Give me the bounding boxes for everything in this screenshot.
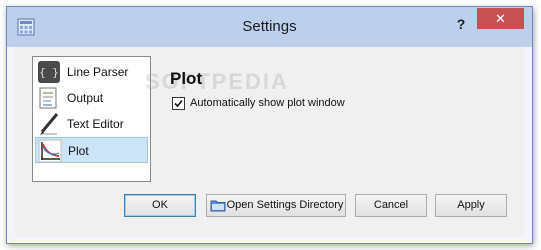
- folder-icon: [210, 200, 226, 212]
- settings-window: Settings ? ✕ { } Line Parser Output Text…: [6, 6, 533, 244]
- checkmark-icon: [174, 99, 183, 108]
- sidebar-item-label: Plot: [68, 144, 89, 158]
- auto-show-plot-label: Automatically show plot window: [190, 97, 345, 109]
- help-button[interactable]: ?: [449, 13, 473, 35]
- apply-button[interactable]: Apply: [435, 194, 507, 217]
- sidebar-item-text-editor[interactable]: Text Editor: [35, 111, 148, 137]
- watermark: SOFTPEDIA: [145, 69, 289, 94]
- ok-button[interactable]: OK: [124, 194, 196, 217]
- plot-icon: [38, 139, 62, 163]
- cancel-button[interactable]: Cancel: [355, 194, 427, 217]
- page-title: Plot: [170, 69, 203, 88]
- sidebar-item-plot[interactable]: Plot: [35, 137, 148, 163]
- sidebar-item-label: Text Editor: [67, 117, 124, 131]
- text-editor-icon: [40, 113, 59, 135]
- output-icon: [39, 87, 57, 109]
- svg-text:{ }: { }: [39, 66, 59, 79]
- open-settings-directory-button[interactable]: Open Settings Directory: [206, 194, 346, 217]
- open-settings-directory-label: Open Settings Directory: [226, 199, 344, 211]
- sidebar-item-line-parser[interactable]: { } Line Parser: [35, 59, 148, 85]
- dialog-content: { } Line Parser Output Text Editor Plot …: [15, 47, 524, 237]
- auto-show-plot-checkbox[interactable]: [172, 97, 185, 110]
- title-bar[interactable]: Settings ? ✕: [7, 7, 532, 47]
- sidebar-item-label: Line Parser: [67, 65, 129, 79]
- line-parser-icon: { }: [38, 61, 60, 83]
- sidebar-item-label: Output: [67, 91, 104, 105]
- settings-category-list[interactable]: { } Line Parser Output Text Editor Plot: [32, 56, 151, 182]
- close-button[interactable]: ✕: [477, 8, 524, 29]
- sidebar-item-output[interactable]: Output: [35, 85, 148, 111]
